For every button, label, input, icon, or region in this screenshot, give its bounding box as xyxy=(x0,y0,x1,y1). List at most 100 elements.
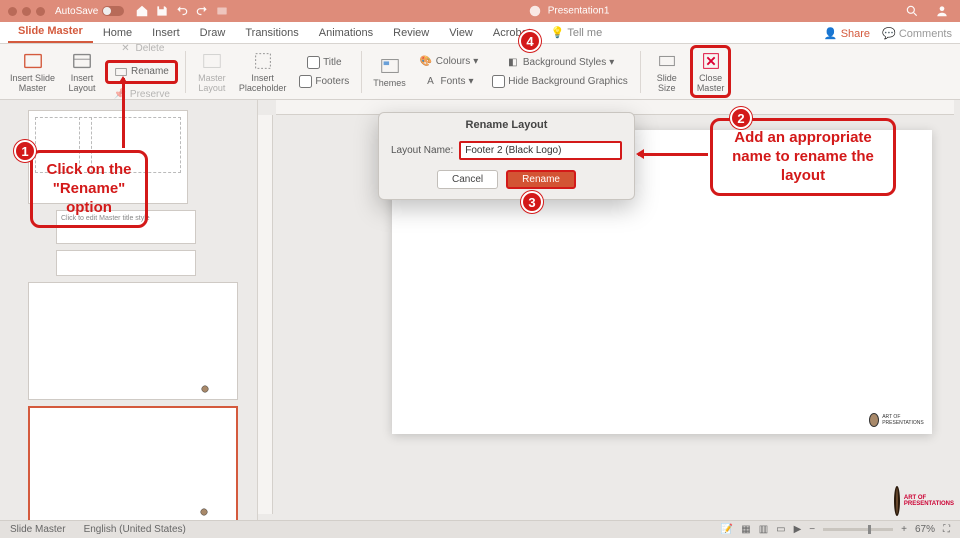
tab-draw[interactable]: Draw xyxy=(190,23,236,43)
hide-bg-input[interactable] xyxy=(492,75,505,88)
view-sorter-icon[interactable]: ▥ xyxy=(759,524,768,535)
slide-size-label: Slide Size xyxy=(657,74,677,94)
undo-icon[interactable] xyxy=(175,4,189,18)
insert-slide-master-button[interactable]: Insert Slide Master xyxy=(6,48,59,96)
bg-styles-icon: ◧ xyxy=(506,55,520,69)
rename-layout-dialog: Rename Layout Layout Name: Cancel Rename xyxy=(378,112,635,200)
notes-button[interactable]: 📝 xyxy=(721,524,733,535)
comments-label: Comments xyxy=(899,28,952,40)
view-normal-icon[interactable]: ▦ xyxy=(741,524,750,535)
themes-icon xyxy=(379,55,401,77)
watermark-logo: ART OF PRESENTATIONS xyxy=(894,484,954,518)
fit-button[interactable]: ⛶ xyxy=(943,524,950,535)
close-master-label: Close Master xyxy=(697,74,725,94)
qat-icon[interactable] xyxy=(215,4,229,18)
hide-bg-checkbox[interactable]: Hide Background Graphics xyxy=(487,73,633,90)
bg-styles-label: Background Styles xyxy=(523,57,606,68)
title-text: Presentation1 xyxy=(548,6,610,17)
slide-master-icon xyxy=(22,50,44,72)
layout-name-label: Layout Name: xyxy=(391,145,453,156)
watermark-text: ART OF PRESENTATIONS xyxy=(904,495,954,507)
zoom-out-button[interactable]: − xyxy=(809,524,815,535)
badge-3: 3 xyxy=(521,191,543,213)
insert-layout-button[interactable]: Insert Layout xyxy=(63,48,101,96)
dialog-title: Rename Layout xyxy=(379,113,634,141)
insert-placeholder-label: Insert Placeholder xyxy=(239,74,287,94)
colours-label: Colours xyxy=(436,56,470,67)
comments-button[interactable]: 💬 Comments xyxy=(882,27,952,40)
autosave-label: AutoSave xyxy=(55,6,98,17)
tab-review[interactable]: Review xyxy=(383,23,439,43)
autosave-toggle[interactable] xyxy=(102,6,124,16)
bg-styles-button[interactable]: ◧Background Styles ▾ xyxy=(487,53,633,71)
search-icon[interactable] xyxy=(905,4,919,18)
tellme-label: Tell me xyxy=(567,27,602,39)
redo-icon[interactable] xyxy=(195,4,209,18)
colours-button[interactable]: 🎨Colours ▾ xyxy=(414,53,484,71)
layout-thumb-2[interactable] xyxy=(56,250,196,276)
fonts-icon: A xyxy=(424,75,438,89)
master-layout-icon xyxy=(201,50,223,72)
badge-1: 1 xyxy=(14,140,36,162)
status-bar: Slide Master English (United States) 📝 ▦… xyxy=(0,520,960,538)
tab-slide-master[interactable]: Slide Master xyxy=(8,21,93,43)
callout-1: Click on the "Rename" option xyxy=(30,150,148,228)
tab-view[interactable]: View xyxy=(439,23,483,43)
share-label: Share xyxy=(841,28,870,40)
zoom-slider[interactable] xyxy=(823,528,893,531)
view-reading-icon[interactable]: ▭ xyxy=(776,524,785,535)
layout-thumb-3[interactable] xyxy=(28,282,238,400)
insert-slide-master-label: Insert Slide Master xyxy=(10,74,55,94)
window-controls[interactable] xyxy=(8,7,45,16)
slide-size-button[interactable]: Slide Size xyxy=(648,48,686,96)
insert-layout-label: Insert Layout xyxy=(69,74,96,94)
tab-animations[interactable]: Animations xyxy=(309,23,383,43)
badge-2: 2 xyxy=(730,107,752,129)
title-checkbox[interactable]: Title xyxy=(294,54,354,71)
layout-icon xyxy=(71,50,93,72)
badge-4: 4 xyxy=(519,30,541,52)
delete-label: Delete xyxy=(135,43,164,54)
home-icon[interactable] xyxy=(135,4,149,18)
hide-bg-label: Hide Background Graphics xyxy=(508,76,628,87)
watermark-icon xyxy=(894,486,900,516)
layout-thumb-selected[interactable] xyxy=(28,406,238,520)
slide-size-icon xyxy=(656,50,678,72)
zoom-dot[interactable] xyxy=(36,7,45,16)
placeholder-icon xyxy=(252,50,274,72)
footers-cb-input[interactable] xyxy=(299,75,312,88)
rename-button[interactable]: Rename xyxy=(105,60,178,84)
zoom-level[interactable]: 67% xyxy=(915,524,935,535)
share-button[interactable]: 👤 Share xyxy=(824,27,870,40)
insert-placeholder-button[interactable]: Insert Placeholder xyxy=(235,48,291,96)
fonts-button[interactable]: AFonts ▾ xyxy=(414,73,484,91)
ribbon: Insert Slide Master Insert Layout ✕Delet… xyxy=(0,44,960,100)
colours-icon: 🎨 xyxy=(419,55,433,69)
slide-logo-text: ART OF PRESENTATIONS xyxy=(882,414,924,426)
save-icon[interactable] xyxy=(155,4,169,18)
footers-checkbox[interactable]: Footers xyxy=(294,73,354,90)
title-cb-input[interactable] xyxy=(307,56,320,69)
user-icon[interactable] xyxy=(935,4,949,18)
zoom-in-button[interactable]: + xyxy=(901,524,907,535)
cancel-button[interactable]: Cancel xyxy=(437,170,498,189)
close-master-button[interactable]: Close Master xyxy=(690,45,732,99)
callout-2: Add an appropriate name to rename the la… xyxy=(710,118,896,196)
master-layout-label: Master Layout xyxy=(198,74,226,94)
fonts-label: Fonts xyxy=(441,76,466,87)
status-language[interactable]: English (United States) xyxy=(84,524,186,535)
rename-label: Rename xyxy=(131,66,169,77)
ruler-vertical xyxy=(258,115,273,514)
view-slideshow-icon[interactable]: ▶ xyxy=(794,524,802,535)
close-dot[interactable] xyxy=(8,7,17,16)
preserve-label: Preserve xyxy=(130,89,170,100)
dialog-rename-button[interactable]: Rename xyxy=(506,170,576,189)
themes-button[interactable]: Themes xyxy=(369,53,410,91)
tab-transitions[interactable]: Transitions xyxy=(235,23,308,43)
layout-name-input[interactable] xyxy=(459,141,622,160)
title-bar: AutoSave Presentation1 xyxy=(0,0,960,22)
minimize-dot[interactable] xyxy=(22,7,31,16)
delete-button: ✕Delete xyxy=(105,40,178,58)
tab-tellme[interactable]: 💡 Tell me xyxy=(541,22,612,43)
themes-label: Themes xyxy=(373,79,406,89)
